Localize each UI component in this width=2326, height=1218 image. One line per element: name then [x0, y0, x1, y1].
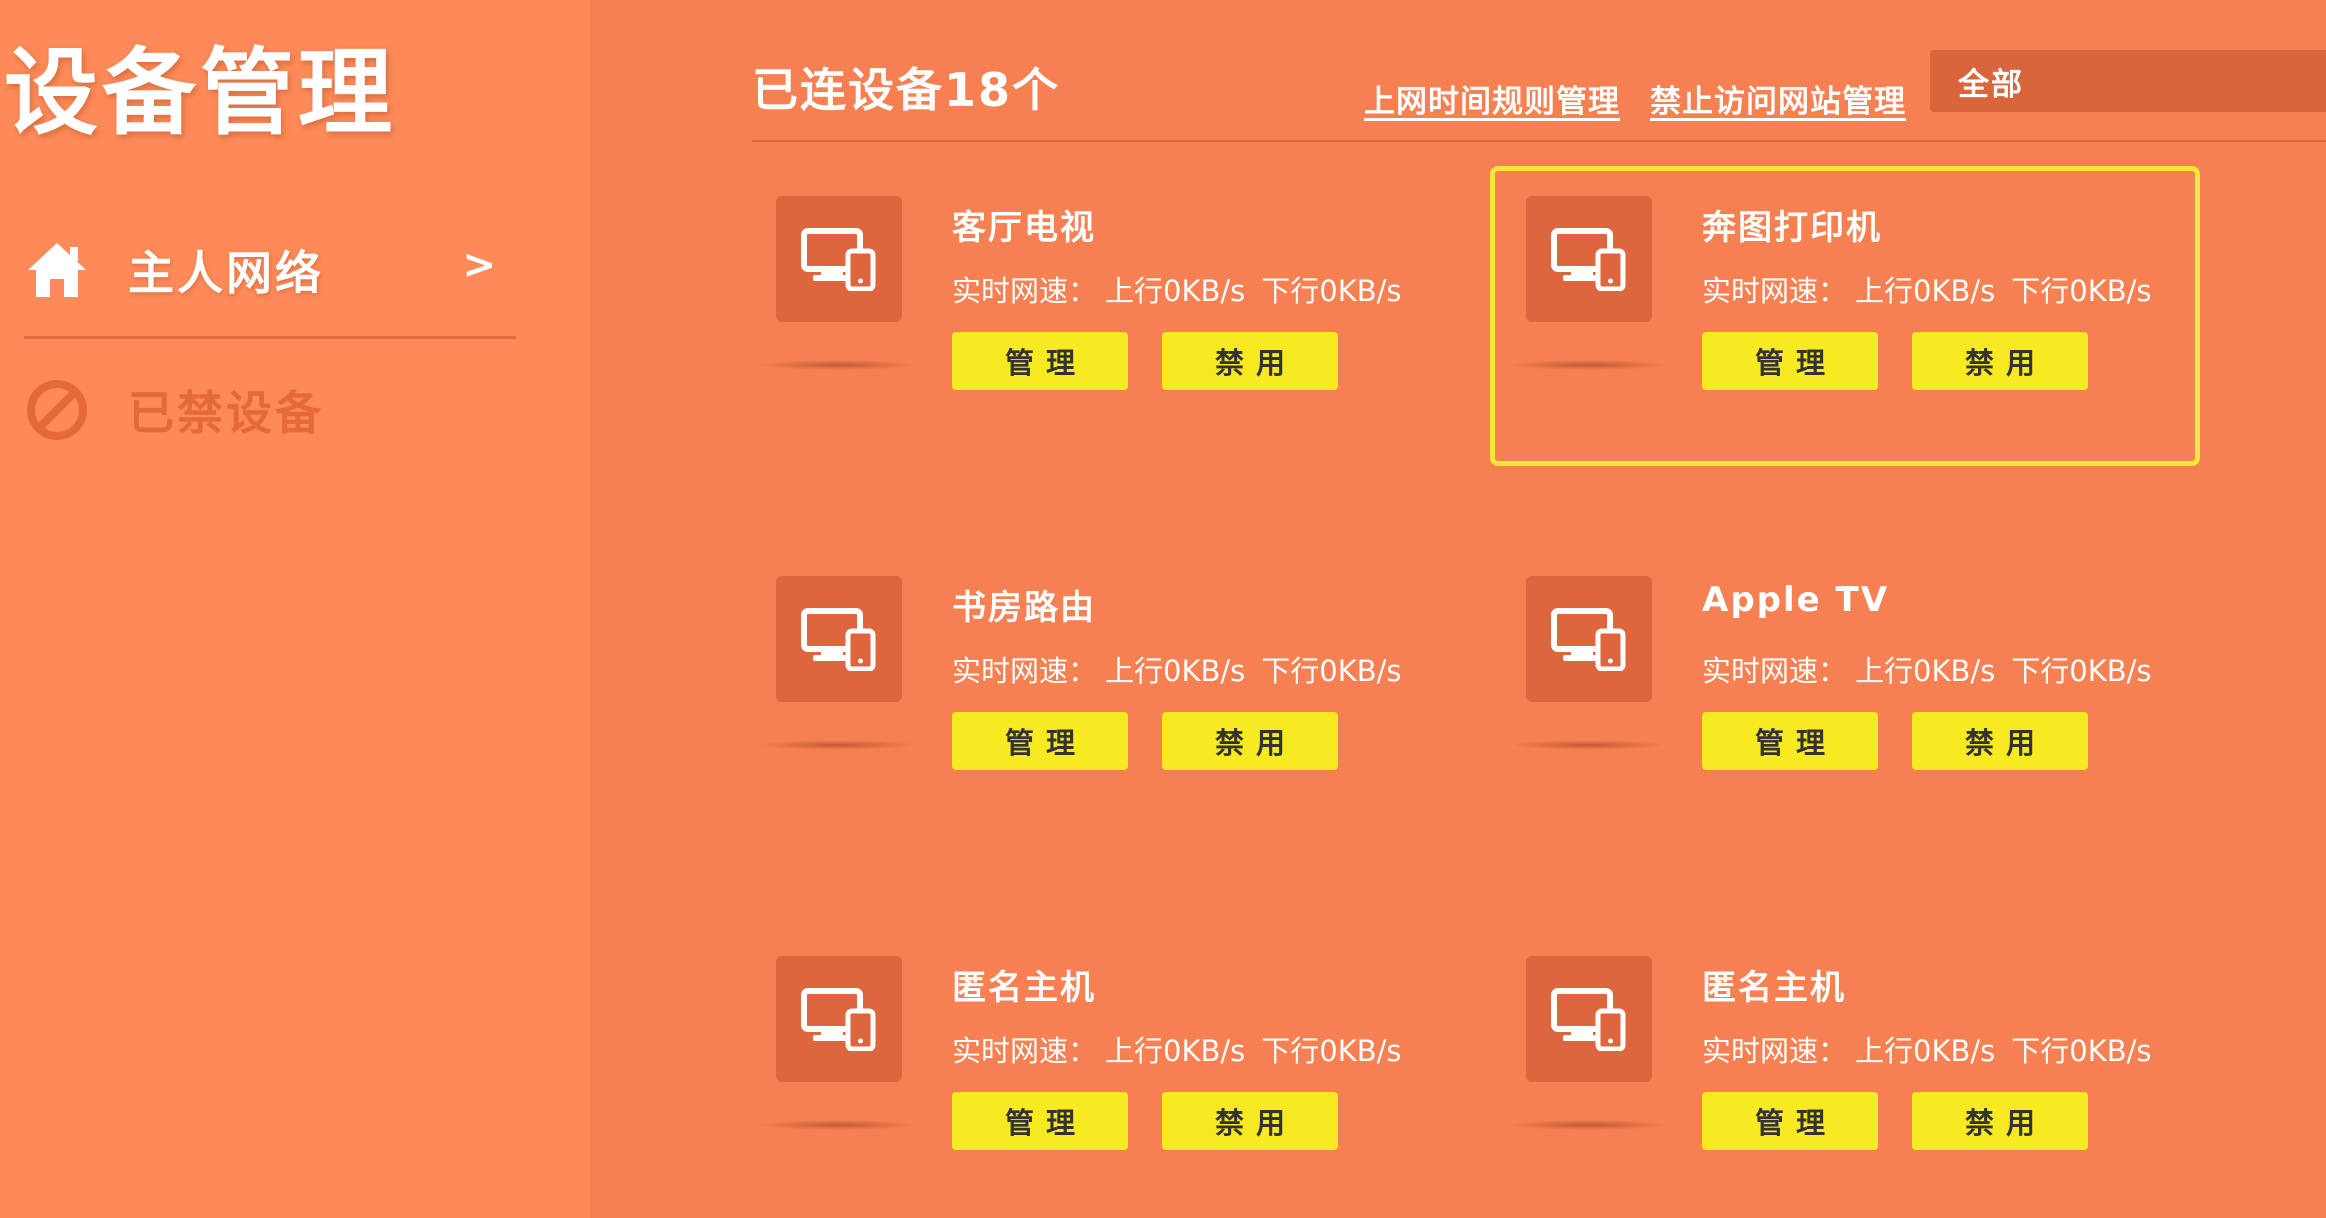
device-speed: 实时网速： 上行0KB/s 下行0KB/s: [952, 268, 1402, 310]
speed-label: 实时网速：: [1702, 1034, 1848, 1068]
icon-shadow: [758, 1120, 918, 1130]
device-icon: [1526, 196, 1652, 322]
block-button[interactable]: 禁用: [1162, 332, 1338, 390]
device-speed: 实时网速： 上行0KB/s 下行0KB/s: [1702, 1028, 2152, 1070]
sidebar-item-label: 主人网络: [128, 246, 324, 300]
icon-shadow: [1508, 1120, 1668, 1130]
device-name: 匿名主机: [952, 968, 1096, 1008]
manage-button[interactable]: 管理: [1702, 712, 1878, 770]
device-name: 书房路由: [952, 588, 1096, 628]
manage-button[interactable]: 管理: [1702, 332, 1878, 390]
manage-button[interactable]: 管理: [952, 712, 1128, 770]
home-icon: [24, 237, 90, 303]
block-button[interactable]: 禁用: [1912, 332, 2088, 390]
speed-label: 实时网速：: [952, 654, 1098, 688]
device-speed: 实时网速： 上行0KB/s 下行0KB/s: [1702, 648, 2152, 690]
manage-button[interactable]: 管理: [1702, 1092, 1878, 1150]
icon-shadow: [1508, 740, 1668, 750]
block-button[interactable]: 禁用: [1162, 1092, 1338, 1150]
time-rules-link[interactable]: 上网时间规则管理: [1364, 76, 1620, 121]
icon-shadow: [758, 740, 918, 750]
upload-speed: 上行0KB/s: [1105, 654, 1246, 688]
device-name: 客厅电视: [952, 208, 1096, 248]
icon-shadow: [1508, 360, 1668, 370]
device-card: 奔图打印机 实时网速： 上行0KB/s 下行0KB/s 管理 禁用: [1490, 166, 2226, 486]
blocked-sites-link[interactable]: 禁止访问网站管理: [1650, 76, 1906, 121]
icon-shadow: [758, 360, 918, 370]
manage-button[interactable]: 管理: [952, 332, 1128, 390]
device-card: 匿名主机 实时网速： 上行0KB/s 下行0KB/s 管理 禁用: [758, 956, 1476, 1218]
device-name: 匿名主机: [1702, 968, 1846, 1008]
block-button[interactable]: 禁用: [1162, 712, 1338, 770]
header-divider: [752, 140, 2326, 142]
download-speed: 下行0KB/s: [1261, 274, 1402, 308]
upload-speed: 上行0KB/s: [1105, 1034, 1246, 1068]
chevron-right-icon: >: [462, 242, 496, 288]
block-button[interactable]: 禁用: [1912, 712, 2088, 770]
device-card: Apple TV 实时网速： 上行0KB/s 下行0KB/s 管理 禁用: [1508, 576, 2226, 866]
device-name: Apple TV: [1702, 580, 1890, 620]
sidebar-item-blocked-devices[interactable]: 已禁设备: [24, 360, 516, 460]
connected-count-title: 已连设备18个: [752, 63, 1061, 117]
speed-label: 实时网速：: [952, 274, 1098, 308]
device-icon: [776, 576, 902, 702]
device-icon: [1526, 956, 1652, 1082]
sidebar-item-label: 已禁设备: [128, 386, 324, 440]
upload-speed: 上行0KB/s: [1855, 1034, 1996, 1068]
upload-speed: 上行0KB/s: [1855, 274, 1996, 308]
block-icon: [24, 377, 90, 443]
device-card: 客厅电视 实时网速： 上行0KB/s 下行0KB/s 管理 禁用: [758, 196, 1476, 486]
download-speed: 下行0KB/s: [2011, 1034, 2152, 1068]
download-speed: 下行0KB/s: [1261, 1034, 1402, 1068]
speed-label: 实时网速：: [1702, 654, 1848, 688]
device-icon: [1526, 576, 1652, 702]
upload-speed: 上行0KB/s: [1105, 274, 1246, 308]
block-button[interactable]: 禁用: [1912, 1092, 2088, 1150]
page-title: 设备管理: [4, 39, 397, 148]
device-speed: 实时网速： 上行0KB/s 下行0KB/s: [1702, 268, 2152, 310]
sidebar-item-host-network[interactable]: 主人网络 >: [24, 220, 516, 320]
device-filter-select[interactable]: 全部: [1930, 50, 2326, 112]
download-speed: 下行0KB/s: [1261, 654, 1402, 688]
speed-label: 实时网速：: [1702, 274, 1848, 308]
device-speed: 实时网速： 上行0KB/s 下行0KB/s: [952, 1028, 1402, 1070]
download-speed: 下行0KB/s: [2011, 654, 2152, 688]
device-icon: [776, 196, 902, 322]
download-speed: 下行0KB/s: [2011, 274, 2152, 308]
upload-speed: 上行0KB/s: [1855, 654, 1996, 688]
device-card: 匿名主机 实时网速： 上行0KB/s 下行0KB/s 管理 禁用: [1508, 956, 2226, 1218]
sidebar-divider: [24, 336, 516, 339]
device-speed: 实时网速： 上行0KB/s 下行0KB/s: [952, 648, 1402, 690]
device-card: 书房路由 实时网速： 上行0KB/s 下行0KB/s 管理 禁用: [758, 576, 1476, 866]
manage-button[interactable]: 管理: [952, 1092, 1128, 1150]
sidebar: 设备管理 主人网络 > 已禁设备: [0, 0, 590, 1218]
speed-label: 实时网速：: [952, 1034, 1098, 1068]
device-name: 奔图打印机: [1702, 208, 1882, 248]
device-icon: [776, 956, 902, 1082]
